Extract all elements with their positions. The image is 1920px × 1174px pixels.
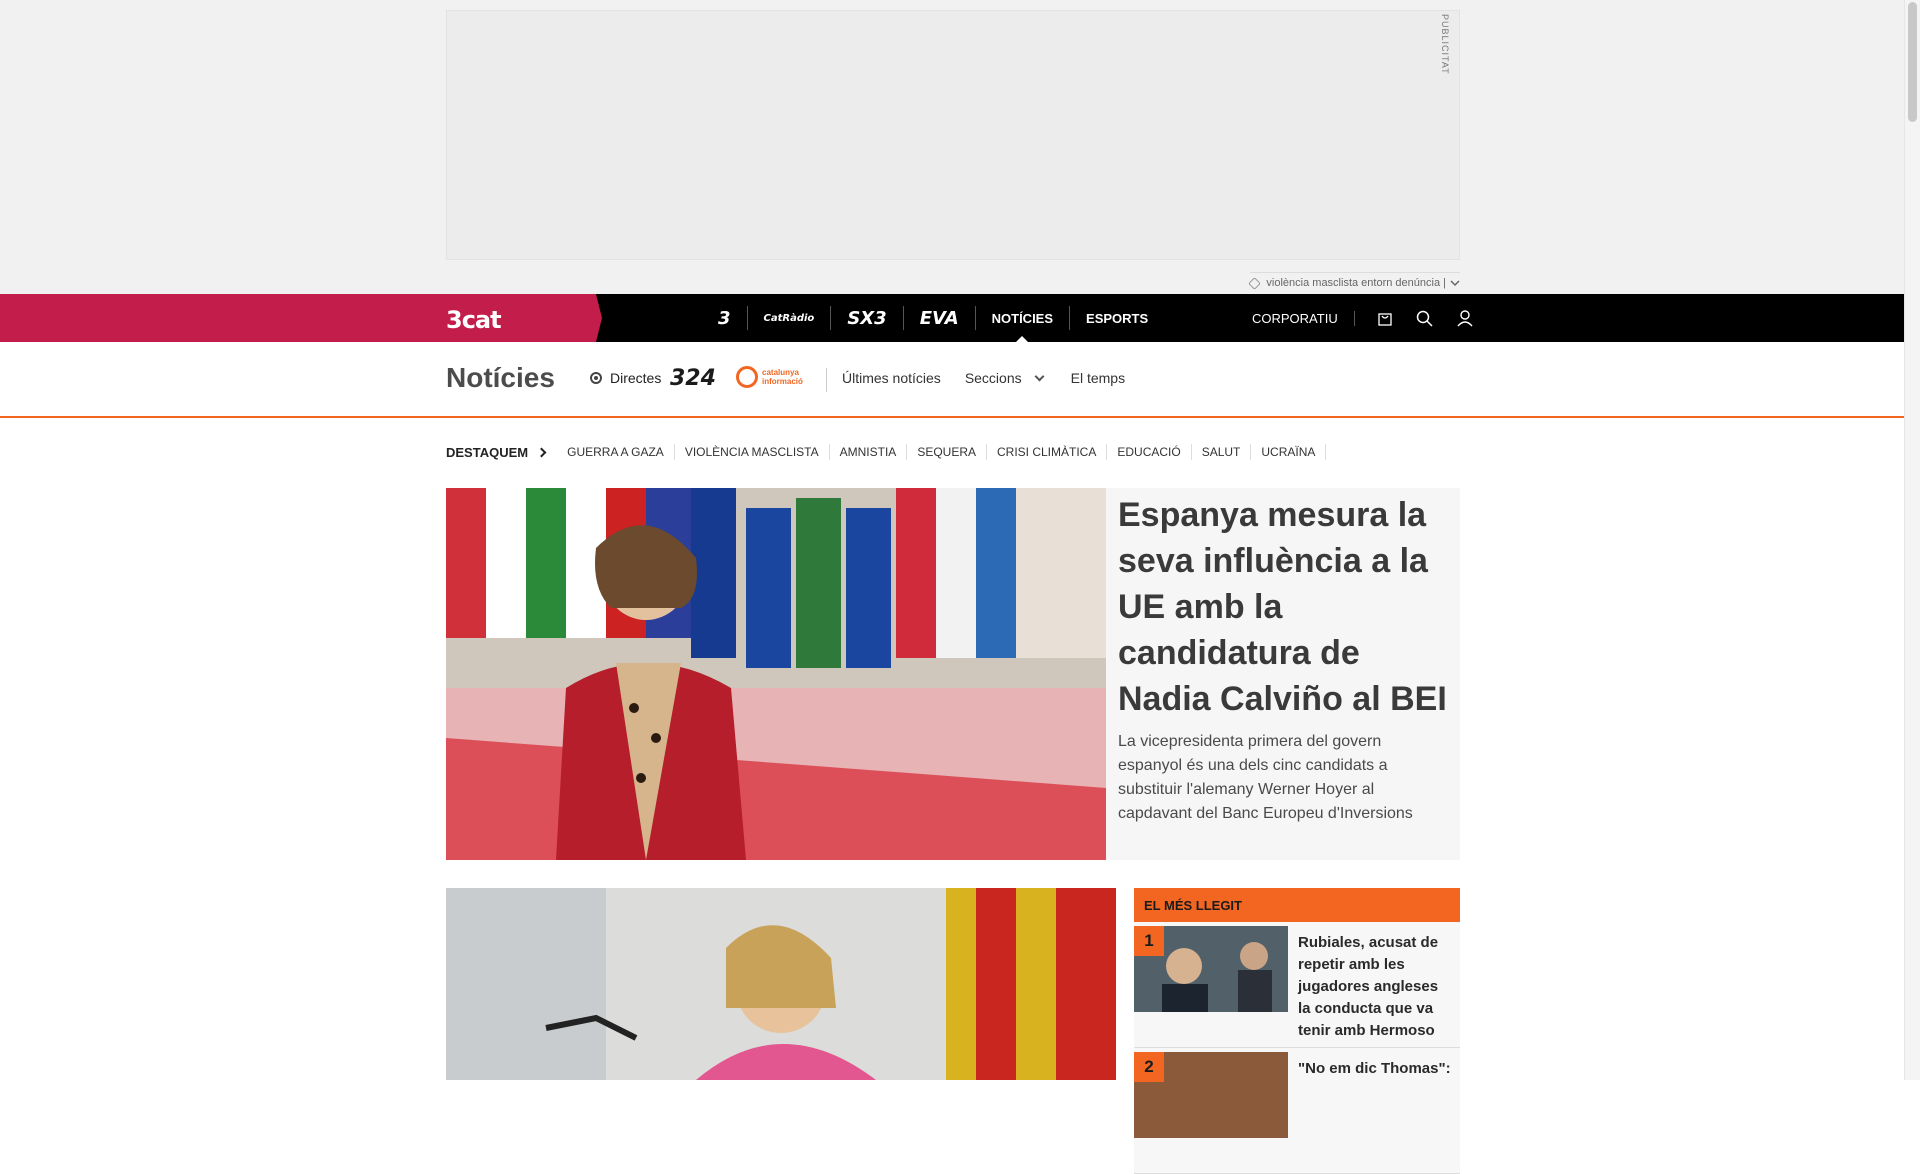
advertising-area: PUBLICITAT violència masclista entorn de… [0, 0, 1904, 294]
section-nav: Últimes notícies Seccions El temps [842, 370, 1125, 386]
list-item[interactable]: 1 Rubiales, acusat de repetir amb les ju… [1134, 922, 1460, 1048]
shopping-bag-icon[interactable] [1375, 308, 1395, 328]
secondary-photo-illustration [446, 888, 1116, 1080]
feature-photo[interactable] [446, 488, 1106, 860]
3cat-logo-text: 3cat [446, 306, 502, 334]
channel-tv3-label: 3 [718, 307, 731, 329]
topic-tag[interactable]: EDUCACIÓ [1107, 444, 1192, 460]
section-title[interactable]: Notícies [446, 362, 555, 394]
rank-badge: 1 [1134, 926, 1164, 956]
most-read-title: EL MÉS LLEGIT [1134, 888, 1460, 922]
catalunya-informacio-emblem [736, 366, 758, 388]
channel-tv3[interactable]: 3 [702, 306, 748, 330]
feature-photo-illustration [446, 488, 1106, 860]
ad-tagline[interactable]: violència masclista entorn denúncia | [1248, 272, 1460, 290]
search-icon[interactable] [1415, 308, 1435, 328]
brand-band [0, 294, 602, 342]
tag-icon [1248, 276, 1262, 290]
chevron-down-icon [1450, 280, 1460, 287]
topic-tag[interactable]: VIOLÈNCIA MASCLISTA [675, 444, 830, 460]
topbar-actions: CORPORATIU [1252, 294, 1475, 342]
chevron-right-icon [536, 447, 547, 457]
feature-summary: La vicepresidenta primera del govern esp… [1118, 733, 1413, 822]
list-item-title[interactable]: "No em dic Thomas": [1298, 1058, 1454, 1080]
rank-badge: 2 [1134, 1052, 1164, 1082]
feature-headline[interactable]: Espanya mesura la seva influència a la U… [1118, 492, 1448, 722]
featured-topics: DESTAQUEM GUERRA A GAZA VIOLÈNCIA MASCLI… [446, 444, 1327, 460]
nav-el-temps[interactable]: El temps [1071, 370, 1125, 386]
nav-ultimes-noticies[interactable]: Últimes notícies [842, 370, 941, 386]
network-bar: 3cat 3 CatRàdio SX3 EVA NOTÍCIES ESPORTS… [0, 294, 1904, 342]
feature-text: Espanya mesura la seva influència a la U… [1118, 488, 1448, 826]
324-logo-text: 324 [670, 366, 716, 391]
divider [826, 368, 827, 392]
ad-label: PUBLICITAT [1440, 14, 1450, 75]
3cat-logo[interactable]: 3cat [446, 306, 502, 334]
catalunya-informacio-text: catalunya informació [762, 368, 803, 386]
scrollbar-thumb[interactable] [1908, 2, 1917, 122]
channel-nav: 3 CatRàdio SX3 EVA NOTÍCIES ESPORTS [702, 294, 1164, 342]
destaquem-label[interactable]: DESTAQUEM [446, 444, 547, 460]
live-icon [590, 372, 602, 384]
topic-tag[interactable]: UCRAÏNA [1251, 444, 1327, 460]
channel-sx3[interactable]: SX3 [831, 306, 904, 330]
topic-tag[interactable]: AMNISTIA [830, 444, 908, 460]
channel-eva[interactable]: EVA [904, 306, 976, 330]
topic-tag[interactable]: CRISI CLIMÀTICA [987, 444, 1108, 460]
channel-catradio[interactable]: CatRàdio [748, 306, 832, 330]
catalunya-informacio-logo[interactable]: catalunya informació [736, 366, 803, 388]
topic-tag[interactable]: SEQUERA [907, 444, 987, 460]
ci-line2: informació [762, 377, 803, 386]
list-item-title[interactable]: Rubiales, acusat de repetir amb les juga… [1298, 932, 1454, 1042]
ad-banner[interactable] [446, 10, 1460, 260]
ad-tagline-text: violència masclista entorn denúncia | [1266, 277, 1446, 289]
channel-noticies[interactable]: NOTÍCIES [976, 306, 1071, 342]
ci-line1: catalunya [762, 368, 799, 377]
324-logo[interactable]: 324 [670, 366, 716, 391]
secondary-article-photo[interactable] [446, 888, 1116, 1080]
scrollbar[interactable] [1904, 0, 1920, 1080]
channel-esports-label: ESPORTS [1086, 310, 1149, 326]
directes-link[interactable]: Directes [590, 370, 661, 386]
channel-sx3-label: SX3 [847, 307, 887, 329]
destaquem-text: DESTAQUEM [446, 444, 529, 460]
nav-seccions-label: Seccions [964, 370, 1022, 386]
corporatiu-link[interactable]: CORPORATIU [1252, 310, 1355, 326]
nav-seccions[interactable]: Seccions [964, 370, 1045, 386]
list-item[interactable]: 2 "No em dic Thomas": [1134, 1048, 1460, 1174]
topic-tag[interactable]: GUERRA A GAZA [557, 444, 675, 460]
section-header: Notícies Directes 324 catalunya informac… [0, 342, 1904, 418]
channel-noticies-label: NOTÍCIES [991, 310, 1054, 326]
user-icon[interactable] [1455, 308, 1475, 328]
channel-catradio-label: CatRàdio [763, 312, 815, 324]
channel-esports[interactable]: ESPORTS [1070, 306, 1164, 330]
channel-eva-label: EVA [919, 307, 959, 329]
topic-tag[interactable]: SALUT [1192, 444, 1252, 460]
directes-label: Directes [610, 370, 662, 386]
feature-article[interactable]: Espanya mesura la seva influència a la U… [446, 488, 1460, 860]
most-read-panel: EL MÉS LLEGIT 1 Rubiales, acusat de repe… [1134, 888, 1460, 1174]
chevron-down-icon [1034, 371, 1045, 381]
